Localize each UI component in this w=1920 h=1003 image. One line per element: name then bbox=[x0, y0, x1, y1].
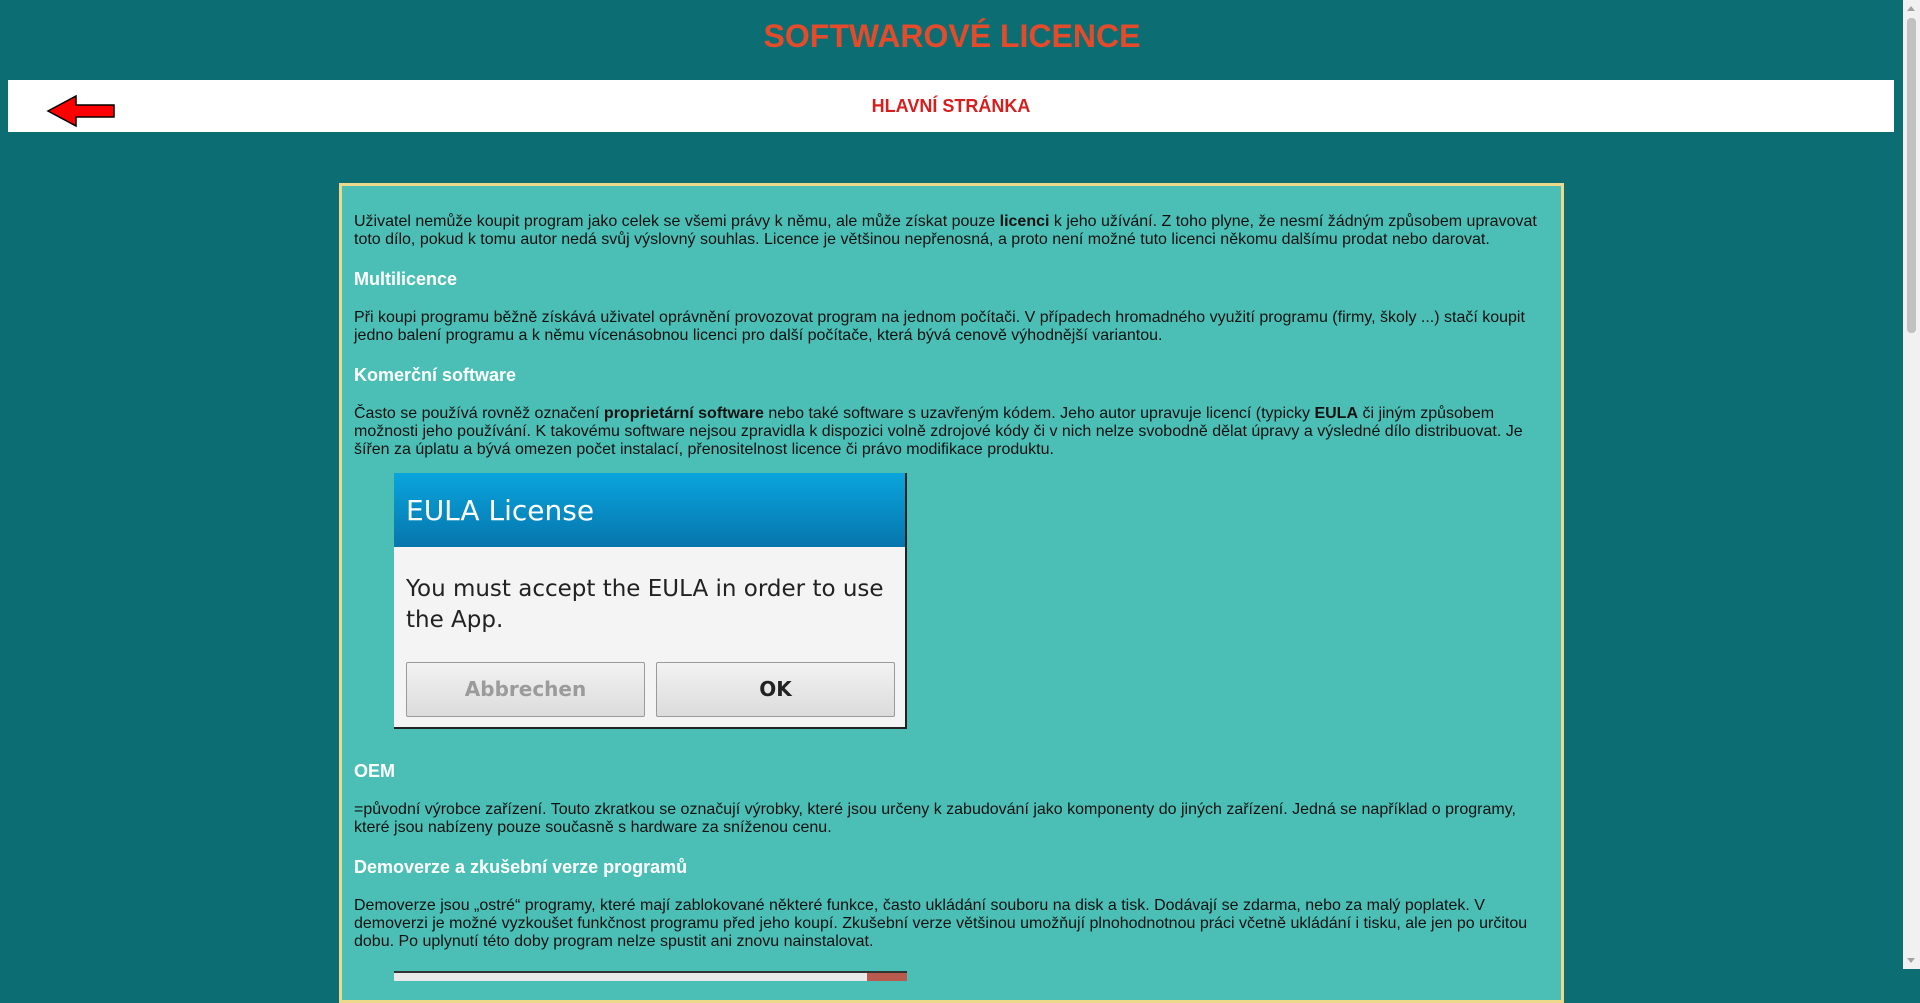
home-link[interactable]: HLAVNÍ STRÁNKA bbox=[8, 80, 1894, 132]
commercial-heading: Komerční software bbox=[354, 365, 517, 385]
multilicence-paragraph: Při koupi programu běžně získává uživate… bbox=[354, 309, 1525, 344]
intro-paragraph: Uživatel nemůže koupit program jako cele… bbox=[354, 213, 1537, 248]
oem-paragraph: =původní výrobce zařízení. Touto zkratko… bbox=[354, 801, 1516, 836]
scrollbar-thumb[interactable] bbox=[1907, 18, 1916, 333]
eula-ok-button: OK bbox=[656, 662, 895, 717]
demo-paragraph: Demoverze jsou „ostré“ programy, které m… bbox=[354, 897, 1528, 950]
scroll-up-icon[interactable] bbox=[1907, 6, 1915, 11]
eula-dialog-title: EULA License bbox=[394, 473, 905, 547]
multilicence-heading: Multilicence bbox=[354, 269, 458, 289]
scroll-down-icon[interactable] bbox=[1907, 958, 1915, 963]
eula-dialog-image: EULA License You must accept the EULA in… bbox=[394, 473, 907, 729]
left-arrow-icon[interactable] bbox=[46, 94, 116, 128]
oem-heading: OEM bbox=[354, 761, 396, 781]
commercial-paragraph: Často se používá rovněž označení proprie… bbox=[354, 405, 1523, 458]
next-image-partial bbox=[394, 971, 907, 981]
eula-cancel-button: Abbrechen bbox=[406, 662, 645, 717]
demo-heading: Demoverze a zkušební verze programů bbox=[354, 857, 688, 877]
navigation-bar: HLAVNÍ STRÁNKA bbox=[8, 80, 1894, 132]
content-panel: Uživatel nemůže koupit program jako cele… bbox=[339, 183, 1564, 1003]
vertical-scrollbar[interactable] bbox=[1903, 0, 1920, 969]
eula-dialog-message: You must accept the EULA in order to use… bbox=[406, 576, 884, 633]
page-title: SOFTWAROVÉ LICENCE bbox=[763, 18, 1141, 54]
